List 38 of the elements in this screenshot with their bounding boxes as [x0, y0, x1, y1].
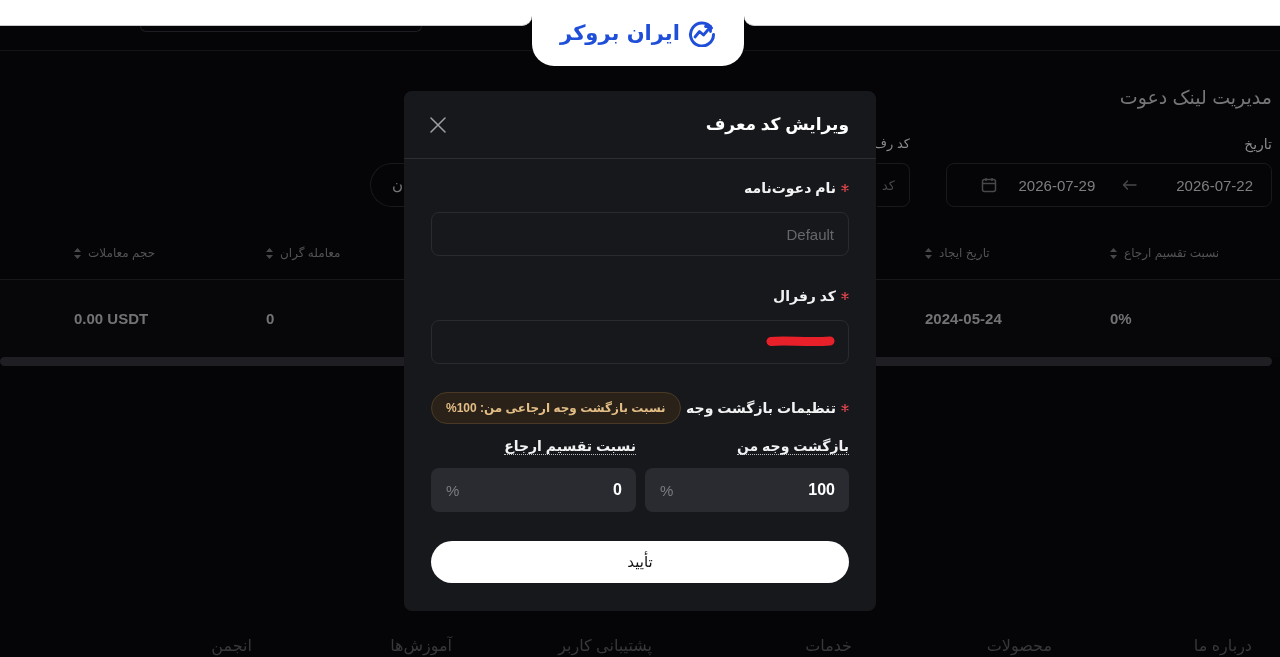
- sort-icon[interactable]: [1110, 247, 1117, 259]
- referral-code-field[interactable]: کد: [877, 163, 910, 207]
- sort-icon[interactable]: [74, 247, 81, 259]
- field-label: نسبت تقسیم ارجاع: [504, 438, 636, 455]
- field-label: کد رفرال: [773, 288, 836, 304]
- text-input[interactable]: [431, 320, 849, 364]
- column-header: نسبت تقسیم ارجاع: [1124, 245, 1220, 261]
- dialog-title: ویرایش کد معرف: [705, 114, 849, 135]
- column-header: تاریخ ایجاد: [939, 245, 990, 261]
- filter-label: تاریخ: [1243, 135, 1272, 154]
- column-header: حجم معاملات: [88, 245, 156, 261]
- unit-label: %: [446, 481, 460, 499]
- table-cell: 0: [266, 310, 275, 327]
- percent-input[interactable]: 100: [681, 481, 835, 499]
- commission-badge: نسبت بازگشت وجه ارجاعی من: 100%: [431, 392, 681, 424]
- table-cell: 2024-05-24: [925, 310, 1002, 327]
- logo-tab[interactable]: ایران بروکر: [532, 0, 744, 66]
- sort-icon[interactable]: [266, 247, 273, 259]
- close-icon[interactable]: [430, 116, 446, 133]
- arrow-left-icon: [1122, 180, 1138, 190]
- calendar-icon[interactable]: [980, 177, 997, 193]
- table-cell: 0%: [1110, 310, 1132, 327]
- field-label: تنظیمات بازگشت وجه: [686, 400, 836, 416]
- field-label: نام دعوت‌نامه: [744, 180, 836, 196]
- sort-icon[interactable]: [925, 247, 932, 259]
- text-input[interactable]: Default: [431, 212, 849, 256]
- percent-input[interactable]: 0: [467, 481, 622, 499]
- page-title: مدیریت لینک دعوت: [1118, 86, 1272, 110]
- date-value: 2026-07-29: [1018, 176, 1096, 194]
- table-cell: 0.00 USDT: [74, 310, 149, 327]
- submit-button[interactable]: تأیید: [431, 541, 849, 583]
- logo-text: ایران بروکر: [560, 20, 680, 46]
- column-header: معامله گران: [280, 245, 341, 261]
- chart-arrow-icon: [687, 19, 716, 47]
- percent-field[interactable]: 100 %: [645, 468, 849, 512]
- percent-field[interactable]: 0 %: [431, 468, 636, 512]
- field-label: بازگشت وجه من: [736, 438, 849, 455]
- unit-label: %: [660, 481, 674, 499]
